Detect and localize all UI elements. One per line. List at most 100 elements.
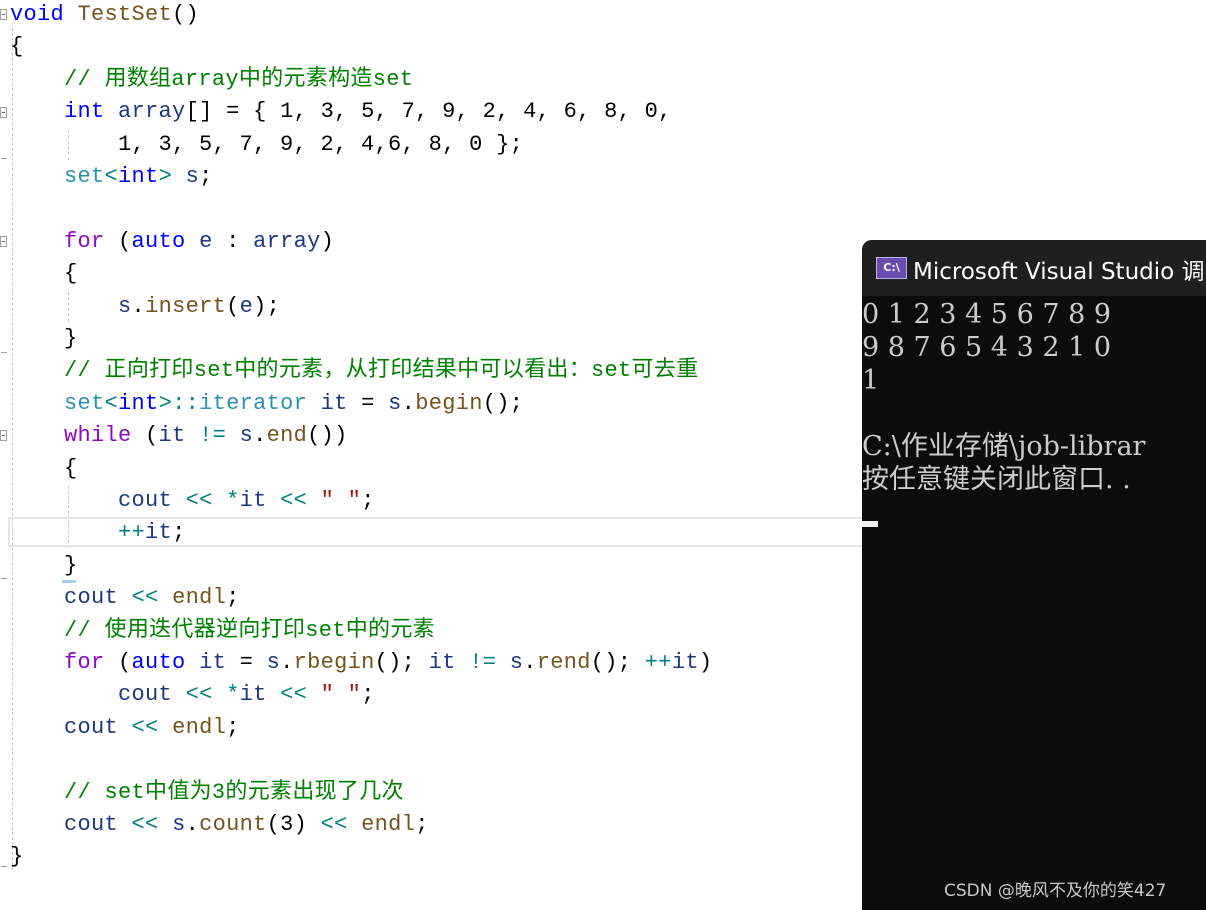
code-token: ++ [118, 520, 146, 546]
code-line[interactable]: void TestSet() [10, 0, 199, 30]
code-token: ; [415, 812, 429, 837]
code-token: set [64, 390, 105, 416]
code-token: e [199, 228, 213, 254]
code-token: it [239, 682, 267, 708]
code-line[interactable]: // set中值为3的元素出现了几次 [10, 778, 404, 808]
code-token: array [253, 228, 321, 254]
code-line[interactable]: for (auto e : array) [10, 227, 334, 257]
code-token: it [428, 650, 456, 675]
code-token: () [172, 2, 200, 27]
code-token: { [10, 455, 78, 481]
code-token: it [239, 488, 267, 513]
code-line[interactable]: } [10, 842, 24, 872]
code-token: . [523, 650, 537, 675]
code-token: << [131, 585, 159, 611]
code-line[interactable]: int array[] = { 1, 3, 5, 7, 9, 2, 4, 6, … [10, 97, 672, 127]
code-token: << [185, 488, 213, 513]
code-line[interactable]: cout << endl; [10, 713, 240, 743]
code-token: << [320, 812, 348, 837]
code-line[interactable]: } [10, 324, 78, 354]
code-token: << [280, 488, 308, 513]
code-line[interactable]: 1, 3, 5, 7, 9, 2, 4,6, 8, 0 }; [10, 130, 523, 160]
code-line[interactable]: // 使用迭代器逆向打印set中的元素 [10, 616, 435, 646]
collapse-toggle-icon[interactable] [0, 236, 7, 247]
code-token: (); [482, 390, 524, 416]
code-line[interactable]: { [10, 259, 78, 289]
collapse-toggle-icon[interactable] [0, 430, 7, 441]
code-token: { [10, 34, 24, 60]
code-token: != [469, 650, 497, 675]
code-token: << [131, 812, 159, 837]
code-line[interactable]: cout << *it << " "; [10, 680, 375, 710]
code-line[interactable]: set<int>::iterator it = s.begin(); [10, 389, 523, 419]
code-token: < [104, 390, 119, 416]
code-line[interactable]: for (auto it = s.rbegin(); it != s.rend(… [10, 648, 712, 678]
console-titlebar[interactable]: C:\ Microsoft Visual Studio 调 [862, 240, 1206, 296]
code-token: < [104, 164, 119, 189]
code-token: it [320, 390, 348, 416]
code-token: = [226, 650, 267, 675]
code-token: it [158, 423, 186, 449]
watermark: CSDN @晚风不及你的笑427 [944, 881, 1167, 901]
code-token: it [145, 520, 173, 546]
code-token: while [64, 423, 132, 449]
collapse-toggle-icon[interactable] [0, 9, 7, 20]
code-token: } [10, 326, 78, 351]
collapse-toggle-icon[interactable] [0, 107, 7, 118]
code-token: " " [320, 488, 362, 513]
code-line[interactable]: s.insert(e); [10, 292, 280, 322]
code-line[interactable]: while (it != s.end()) [10, 421, 348, 451]
code-line[interactable]: { [10, 32, 24, 62]
code-line[interactable]: cout << *it << " "; [10, 486, 375, 516]
code-token: ( [104, 228, 132, 254]
code-token: for [64, 650, 105, 675]
code-line[interactable]: set<int> s; [10, 162, 213, 192]
code-token: ; [226, 714, 240, 740]
code-token: begin [415, 390, 483, 416]
console-window[interactable]: C:\ Microsoft Visual Studio 调 0 1 2 3 4 … [862, 240, 1206, 910]
code-line[interactable]: ++it; [10, 518, 186, 548]
code-line[interactable]: // 用数组array中的元素构造set [10, 65, 413, 95]
code-token: e [239, 293, 254, 319]
code-token: rend [536, 650, 591, 675]
code-token: . [280, 650, 294, 675]
code-token: count [199, 812, 267, 837]
code-token: endl [172, 714, 227, 740]
console-output-line: 0 1 2 3 4 5 6 7 8 9 [862, 299, 1112, 330]
code-token: cout [118, 682, 173, 708]
console-cursor [862, 521, 878, 527]
code-token: ()) [307, 423, 348, 449]
code-line[interactable]: cout << s.count(3) << endl; [10, 810, 429, 840]
code-line[interactable]: { [10, 454, 78, 484]
code-line[interactable]: cout << endl; [10, 583, 240, 613]
code-token: . [401, 390, 416, 416]
code-token: // 正向打印set中的元素，从打印结果中可以看出：set可去重 [10, 358, 699, 384]
code-token: // 使用迭代器逆向打印set中的元素 [10, 617, 435, 643]
code-token: int [64, 99, 105, 125]
code-line[interactable]: } [10, 551, 78, 581]
code-token: s [185, 164, 200, 189]
code-token: ( [104, 650, 132, 675]
code-token: " " [320, 682, 362, 708]
code-token: insert [145, 293, 227, 319]
code-line[interactable]: // 正向打印set中的元素，从打印结果中可以看出：set可去重 [10, 356, 698, 386]
